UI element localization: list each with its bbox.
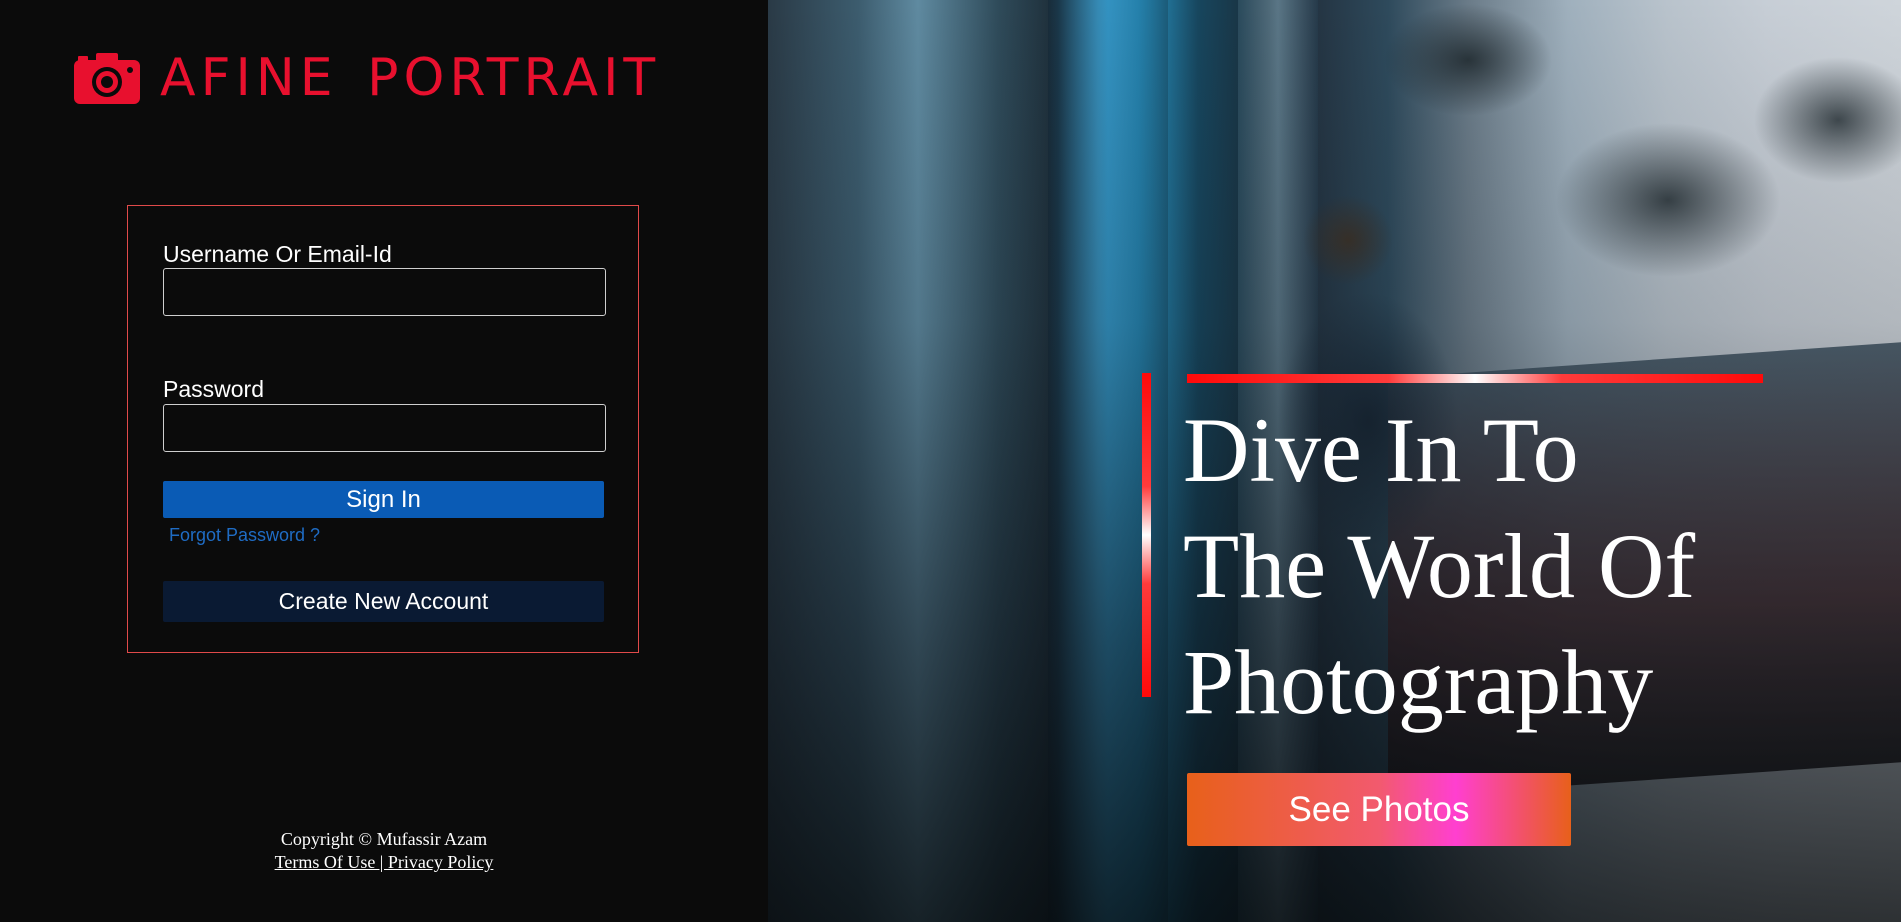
terms-privacy-link[interactable]: Terms Of Use | Privacy Policy <box>275 852 494 872</box>
password-label: Password <box>163 376 264 402</box>
accent-bar-left <box>1142 373 1151 697</box>
login-form: Username Or Email-Id Password Sign In Fo… <box>127 205 639 653</box>
login-panel: AFINE PORTRAIT Username Or Email-Id Pass… <box>0 0 768 922</box>
accent-bar-top <box>1187 374 1763 383</box>
brand-name: AFINE PORTRAIT <box>160 48 661 108</box>
camera-icon <box>74 53 140 104</box>
create-account-button[interactable]: Create New Account <box>163 581 604 622</box>
see-photos-button[interactable]: See Photos <box>1187 773 1571 846</box>
brand-logo[interactable]: AFINE PORTRAIT <box>72 48 660 108</box>
password-input[interactable] <box>163 404 606 452</box>
headline-line: Dive In To <box>1183 399 1579 501</box>
headline-line: Photography <box>1183 631 1654 733</box>
sign-in-button[interactable]: Sign In <box>163 481 604 518</box>
username-input[interactable] <box>163 268 606 316</box>
username-label: Username Or Email-Id <box>163 241 392 267</box>
forgot-password-link[interactable]: Forgot Password ? <box>169 525 320 546</box>
footer: Copyright © Mufassir Azam Terms Of Use |… <box>0 828 768 874</box>
copyright-text: Copyright © Mufassir Azam <box>280 829 488 849</box>
headline-line: The World Of <box>1183 515 1696 617</box>
hero-headline: Dive In To The World Of Photography <box>1183 392 1823 740</box>
